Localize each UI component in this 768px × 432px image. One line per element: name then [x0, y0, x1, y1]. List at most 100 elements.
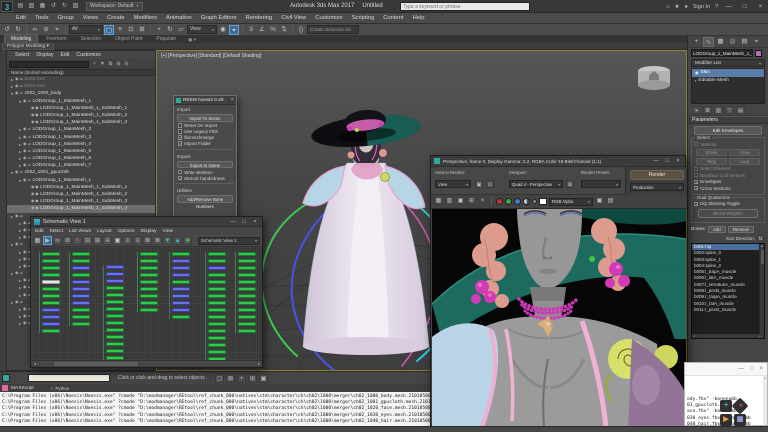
schematic-node[interactable] — [140, 252, 158, 256]
schematic-menu-view[interactable]: View — [163, 229, 174, 234]
schematic-node[interactable] — [208, 259, 226, 263]
community-icon[interactable]: ⌂ — [666, 4, 669, 10]
schematic-node[interactable] — [238, 287, 256, 291]
schematic-node[interactable] — [238, 308, 256, 312]
modifier-list-dropdown[interactable]: Modifier List ▾ — [691, 59, 765, 67]
save-file-icon[interactable]: ▦ — [38, 2, 47, 11]
schematic-node[interactable] — [106, 328, 124, 332]
tree-row[interactable]: ▾ ◉ ⊿ ch02_1000_body — [7, 90, 155, 97]
tree-row[interactable]: ◉ ◆ LODGroup_1_MainMesh_1_SubMesh_2 — [7, 191, 155, 198]
schematic-node[interactable] — [106, 300, 124, 304]
visibility-eye-icon[interactable]: ◉ — [23, 256, 26, 263]
schematic-node[interactable] — [42, 315, 60, 319]
menu-scripting[interactable]: Scripting — [352, 15, 375, 21]
schematic-node[interactable] — [172, 315, 190, 319]
motion-tab-icon[interactable]: ◎ — [727, 37, 738, 47]
clear-icon[interactable]: × — [478, 197, 487, 206]
visibility-eye-icon[interactable]: ◉ — [15, 76, 18, 83]
checkbox-icon[interactable]: ✓ — [694, 201, 698, 206]
schematic-node[interactable] — [72, 308, 90, 312]
utilities-tab-icon[interactable]: ⌖ — [751, 37, 762, 47]
blue-channel-button[interactable] — [514, 198, 521, 205]
schematic-node[interactable] — [140, 308, 158, 312]
checkbox-icon[interactable] — [694, 166, 699, 171]
sign-in-link[interactable]: Sign In — [693, 4, 710, 10]
schematic-node[interactable] — [238, 259, 256, 263]
schematic-node[interactable] — [140, 280, 158, 284]
visibility-eye-icon[interactable]: ◉ — [31, 119, 34, 126]
menu-help[interactable]: Help — [413, 15, 425, 21]
align-right-icon[interactable]: ≣ — [143, 236, 152, 245]
schematic-node[interactable] — [42, 252, 60, 256]
schematic-node[interactable] — [106, 279, 124, 283]
checkbox-dq-skinning-toggle[interactable]: ✓ DQ Skinning Toggle — [694, 201, 762, 208]
menu-tools[interactable]: Tools — [35, 15, 49, 21]
visibility-eye-icon[interactable]: ◉ — [23, 249, 26, 256]
use-pivot-center-icon[interactable]: ◉ — [218, 25, 228, 35]
ribbon-tab-freeform[interactable]: Freeform — [40, 35, 72, 43]
schematic-node[interactable] — [72, 252, 90, 256]
visibility-eye-icon[interactable]: ◉ — [23, 126, 26, 133]
tree-row[interactable]: ▸ ◉ ⊿ LODGroup_1_MainMesh_3 — [7, 134, 155, 141]
tree-row[interactable]: ▾ ◉ ⊿ LODGroup_1_MainMesh_1 — [7, 177, 155, 184]
menu-customize[interactable]: Customize — [315, 15, 342, 21]
print-image-icon[interactable]: ⊞ — [467, 197, 476, 206]
schematic-node[interactable] — [208, 294, 226, 298]
schematic-node[interactable] — [42, 266, 60, 270]
visibility-eye-icon[interactable]: ◉ — [15, 169, 18, 176]
schematic-node[interactable] — [106, 342, 124, 346]
user-icon[interactable]: ● — [684, 4, 687, 10]
schematic-node[interactable] — [140, 273, 158, 277]
parameters-rollout[interactable]: Parameters — [688, 116, 768, 124]
export-to-game-button[interactable]: Export to Game — [177, 160, 233, 168]
visibility-eye-icon[interactable]: ◉ — [23, 234, 26, 241]
area-to-render-dropdown[interactable]: View ▾ — [435, 180, 471, 188]
close-icon[interactable]: × — [231, 97, 234, 103]
visibility-eye-icon[interactable]: ◉ — [23, 155, 26, 162]
select-object-icon[interactable]: ▢ — [104, 24, 114, 35]
undo-icon[interactable]: ↺ — [2, 25, 12, 35]
stack-item-skin[interactable]: ◉ Skin — [692, 69, 764, 77]
visibility-eye-icon[interactable]: ◉ — [23, 177, 26, 184]
import-to-scene-button[interactable]: Import To Scene — [177, 114, 233, 122]
redo-icon[interactable]: ↻ — [13, 25, 23, 35]
render-preset-dropdown[interactable]: ▾ — [581, 180, 621, 188]
project-folder-icon[interactable]: ▨ — [71, 2, 80, 11]
axis-gizmo-icon[interactable]: ▶ — [720, 414, 732, 426]
explorer-menu-select[interactable]: Select — [15, 52, 29, 58]
tree-row[interactable]: ▸ ◉ ⊿ LODGroup_1_MainMesh_4 — [7, 141, 155, 148]
menu-create[interactable]: Create — [107, 15, 124, 21]
schematic-node[interactable] — [172, 252, 190, 256]
align-top-icon[interactable]: ≣ — [153, 236, 162, 245]
schematic-node[interactable] — [42, 308, 60, 312]
white-window-titlebar[interactable]: — □ × — [685, 363, 767, 376]
window-crossing-icon[interactable]: ⊞ — [137, 25, 147, 35]
schematic-node[interactable] — [238, 322, 256, 326]
unlink-icon[interactable]: ⊘ — [41, 25, 51, 35]
schematic-node[interactable] — [238, 266, 256, 270]
open-file-icon[interactable]: ▧ — [27, 2, 36, 11]
menu-rendering[interactable]: Rendering — [246, 15, 273, 21]
tree-row[interactable]: ▸ ◉ ⊿ LODGroup_1_MainMesh_2 — [7, 126, 155, 133]
undo-icon[interactable]: ↺ — [49, 2, 58, 11]
auto-region-icon[interactable]: ⊡ — [486, 180, 494, 188]
bone-list-hscrollbar[interactable]: ◂ ▸ — [692, 334, 762, 338]
menu-graph-editors[interactable]: Graph Editors — [201, 15, 237, 21]
visibility-eye-icon[interactable]: ◉ — [23, 134, 26, 141]
maximize-button[interactable]: □ — [663, 158, 671, 164]
app-logo-icon[interactable]: 3 — [1, 0, 13, 12]
schematic-node[interactable] — [42, 322, 60, 326]
schematic-node[interactable] — [42, 294, 60, 298]
close-button[interactable]: × — [755, 4, 766, 10]
visibility-eye-icon[interactable]: ◉ — [23, 277, 26, 284]
select-move-icon[interactable]: + — [154, 25, 164, 35]
visibility-eye-icon[interactable]: ◉ — [15, 83, 18, 90]
explorer-menu-edit[interactable]: Edit — [60, 52, 69, 58]
schematic-node[interactable] — [208, 308, 226, 312]
checkbox-icon[interactable] — [178, 129, 183, 134]
visibility-eye-icon[interactable]: ◉ — [23, 320, 26, 327]
schematic-node[interactable] — [72, 301, 90, 305]
schematic-node[interactable] — [208, 322, 226, 326]
maximize-button[interactable]: □ — [739, 4, 750, 10]
schematic-node[interactable] — [208, 329, 226, 333]
